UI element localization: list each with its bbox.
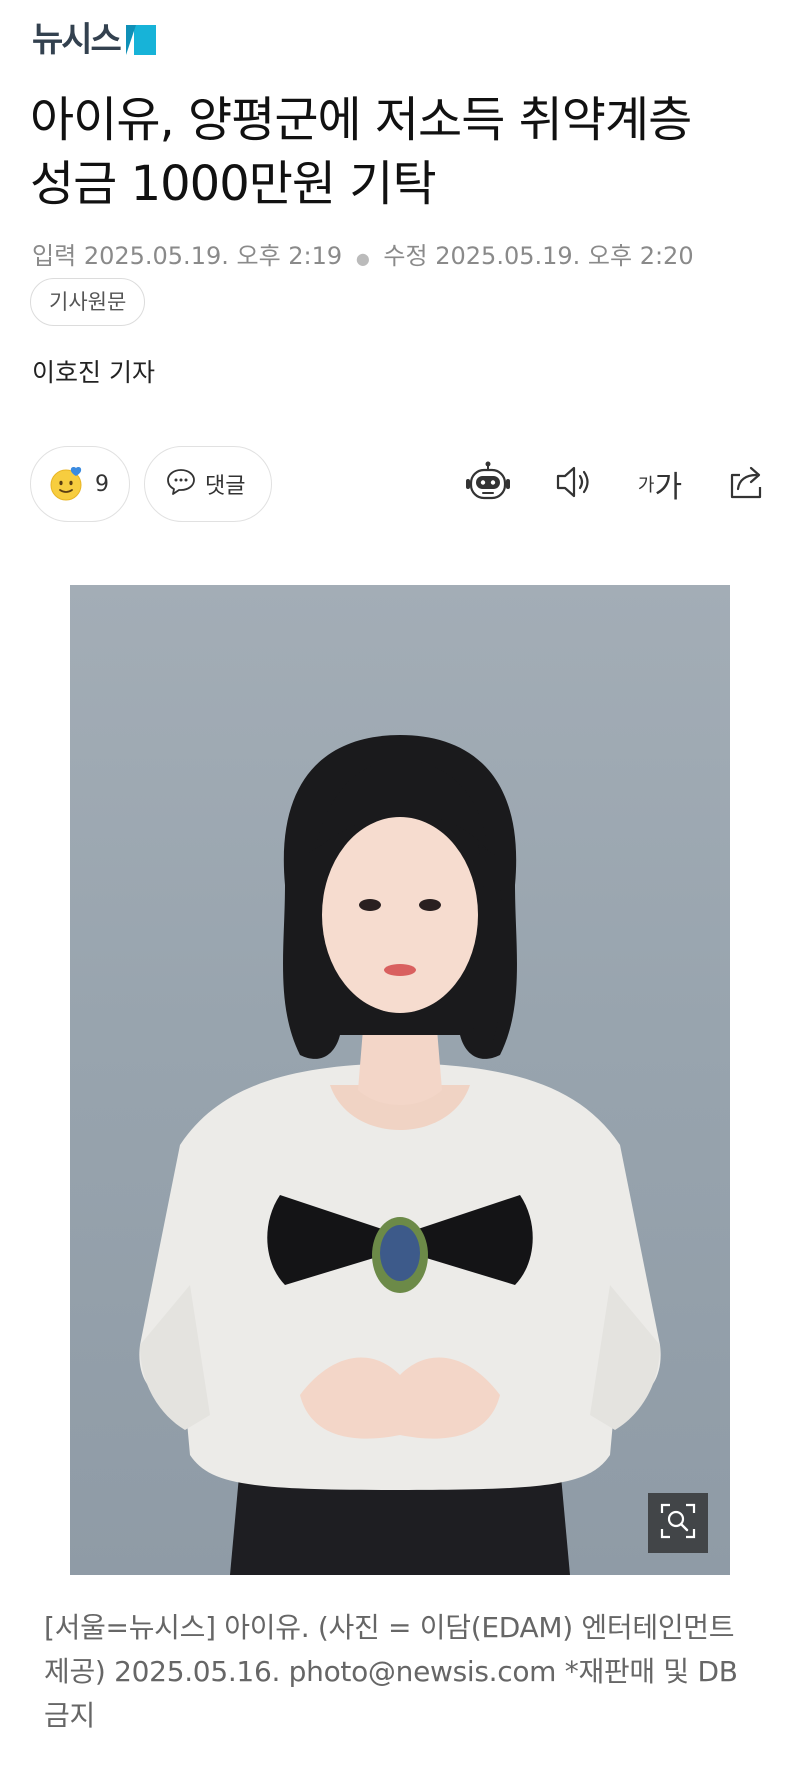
reaction-count: 9 [95,471,109,497]
published-label: 입력 [32,242,77,270]
reaction-button[interactable]: 9 [30,446,130,522]
headline-line-2: 성금 1000만원 기탁 [30,156,437,212]
portrait-illustration [139,735,661,1575]
original-article-button[interactable]: 기사원문 [30,278,146,326]
logo-mark-icon [125,25,156,55]
published-time: 2025.05.19. 오후 2:19 [83,242,343,270]
updated-time: 2025.05.19. 오후 2:20 [435,242,694,270]
newsis-logo[interactable]: 뉴시스 [32,20,156,60]
smiley-heart-icon [49,466,85,502]
speaker-icon [554,464,594,504]
meta-separator: ● [355,249,370,268]
article-meta: 입력 2025.05.19. 오후 2:19 ● 수정 2025.05.19. … [32,240,694,275]
share-icon [726,463,766,505]
reporter-name[interactable]: 이호진 기자 [32,356,155,390]
summary-bot-button[interactable] [462,458,514,510]
share-button[interactable] [720,458,772,510]
article-headline: 아이유, 양평군에 저소득 취약계층 성금 1000만원 기탁 [30,88,770,216]
comment-button[interactable]: 댓글 [144,446,272,522]
speech-bubble-icon [165,467,197,501]
logo-text: 뉴시스 [32,20,122,60]
headline-line-1: 아이유, 양평군에 저소득 취약계층 [30,92,692,148]
article-photo[interactable] [70,585,730,1575]
updated-label: 수정 [383,242,428,270]
font-size-large-label: 가 [654,470,683,505]
robot-icon [465,460,511,508]
zoom-icon [658,1501,698,1545]
article-action-bar: 9 댓글 가 가 [30,446,770,522]
comment-label: 댓글 [205,474,246,499]
photo-caption: [서울=뉴시스] 아이유. (사진 = 이담(EDAM) 엔터테인먼트 제공) … [44,1611,738,1732]
font-size-small-label: 가 [637,475,655,496]
photo-zoom-button[interactable] [648,1493,708,1553]
font-size-button[interactable]: 가 가 [634,458,686,510]
read-aloud-button[interactable] [548,458,600,510]
